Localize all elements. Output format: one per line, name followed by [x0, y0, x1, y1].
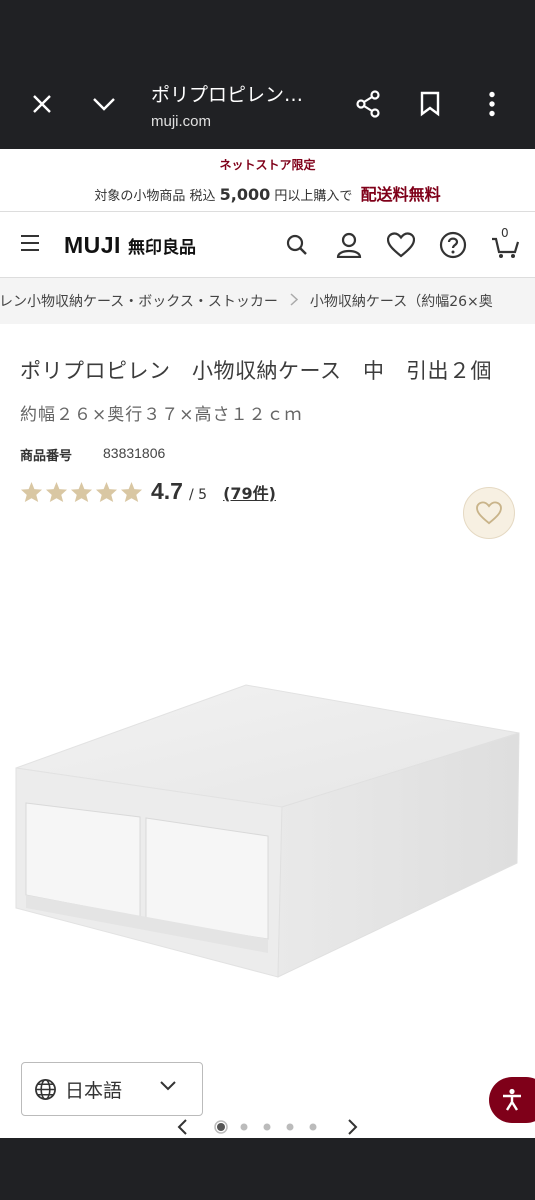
status-bar — [0, 0, 535, 60]
promo-free-shipping: 配送料無料 — [360, 185, 441, 204]
share-button[interactable] — [337, 74, 399, 134]
promo-text: 対象の小物商品 税込 5,000 円以上購入で 配送料無料 — [0, 181, 535, 205]
product-number: 商品番号 83831806 — [20, 445, 515, 464]
product-image[interactable] — [0, 570, 535, 1130]
browser-url: muji.com — [151, 113, 212, 130]
browser-title-area[interactable]: ポリプロピレン… muji.com — [151, 80, 303, 130]
gallery-pagination — [0, 1114, 535, 1138]
muji-logo[interactable]: MUJI 無印良品 — [64, 232, 196, 259]
star-icon — [120, 481, 143, 502]
promo-banner[interactable]: ネットストア限定 対象の小物商品 税込 5,000 円以上購入で 配送料無料 — [0, 149, 535, 212]
promo-text-after: 円以上購入で — [274, 189, 353, 204]
star-icon — [20, 481, 43, 502]
bookmark-button[interactable] — [399, 74, 461, 134]
favorite-button[interactable] — [463, 487, 515, 539]
system-navigation-bar — [0, 1138, 535, 1200]
search-icon — [286, 234, 307, 255]
breadcrumb-item-2[interactable]: 小物収納ケース（約幅26×奥 — [310, 291, 493, 311]
product-size: 約幅２６×奥行３７×高さ１２ｃｍ — [20, 405, 303, 425]
gallery-prev-button[interactable] — [177, 1119, 187, 1135]
gallery-dot[interactable] — [309, 1123, 317, 1131]
more-vert-icon — [489, 91, 495, 117]
search-button[interactable] — [280, 228, 313, 261]
product-info: ポリプロピレン 小物収納ケース 中 引出２個 約幅２６×奥行３７×高さ１２ｃｍ … — [0, 354, 535, 539]
product-number-value: 83831806 — [103, 445, 166, 461]
minimize-button[interactable] — [74, 74, 134, 134]
gallery-next-button[interactable] — [348, 1119, 358, 1135]
product-rating: 4.7 / 5 (79件) — [20, 478, 515, 505]
account-icon — [336, 232, 361, 258]
account-button[interactable] — [332, 228, 365, 261]
site-header: MUJI 無印良品 0 — [0, 212, 535, 278]
cart-count: 0 — [501, 226, 509, 240]
promo-headline: ネットストア限定 — [219, 158, 316, 172]
gallery-dot[interactable] — [286, 1123, 294, 1131]
language-selector[interactable]: 日本語 — [21, 1062, 203, 1116]
breadcrumb-item-1[interactable]: レン小物収納ケース・ボックス・ストッカー — [0, 291, 278, 311]
favorites-button[interactable] — [384, 228, 417, 261]
accessibility-icon — [503, 1088, 521, 1111]
browser-page-title: ポリプロピレン… — [151, 84, 304, 106]
logo-text-jp: 無印良品 — [127, 238, 196, 258]
rating-stars — [20, 481, 143, 503]
gallery-dot[interactable] — [240, 1123, 248, 1131]
menu-icon — [21, 235, 39, 251]
more-options-button[interactable] — [461, 74, 523, 134]
globe-icon — [35, 1078, 56, 1100]
close-icon — [33, 95, 51, 113]
storage-case-illustration — [15, 684, 520, 978]
product-number-label: 商品番号 — [20, 449, 73, 464]
breadcrumb: レン小物収納ケース・ボックス・ストッカー 小物収納ケース（約幅26×奥 — [0, 278, 535, 324]
close-tab-button[interactable] — [12, 74, 72, 134]
promo-text-before: 対象の小物商品 税込 — [94, 189, 216, 204]
rating-out-of: / 5 — [188, 486, 208, 503]
bookmark-icon — [420, 91, 440, 117]
gallery-dot[interactable] — [263, 1123, 271, 1131]
chevron-right-icon — [290, 292, 299, 310]
share-icon — [356, 90, 380, 118]
rating-score: 4.7 — [151, 478, 183, 504]
chevron-down-icon — [160, 1081, 176, 1091]
chevron-down-icon — [93, 98, 115, 111]
star-icon — [70, 481, 93, 502]
browser-toolbar: ポリプロピレン… muji.com — [0, 60, 535, 149]
promo-amount: 5,000 — [219, 185, 271, 204]
star-icon — [95, 481, 118, 502]
cart-button[interactable]: 0 — [488, 226, 521, 261]
star-icon — [45, 481, 68, 502]
help-icon — [439, 231, 466, 258]
help-button[interactable] — [436, 228, 469, 261]
heart-icon — [386, 231, 415, 257]
heart-icon — [476, 501, 502, 525]
menu-button[interactable] — [20, 234, 40, 256]
language-selected: 日本語 — [65, 1079, 123, 1102]
logo-text-en: MUJI — [64, 232, 121, 258]
product-title: ポリプロピレン 小物収納ケース 中 引出２個 — [20, 359, 492, 383]
gallery-dot[interactable] — [217, 1123, 225, 1131]
review-count-link[interactable]: (79件) — [223, 480, 276, 504]
